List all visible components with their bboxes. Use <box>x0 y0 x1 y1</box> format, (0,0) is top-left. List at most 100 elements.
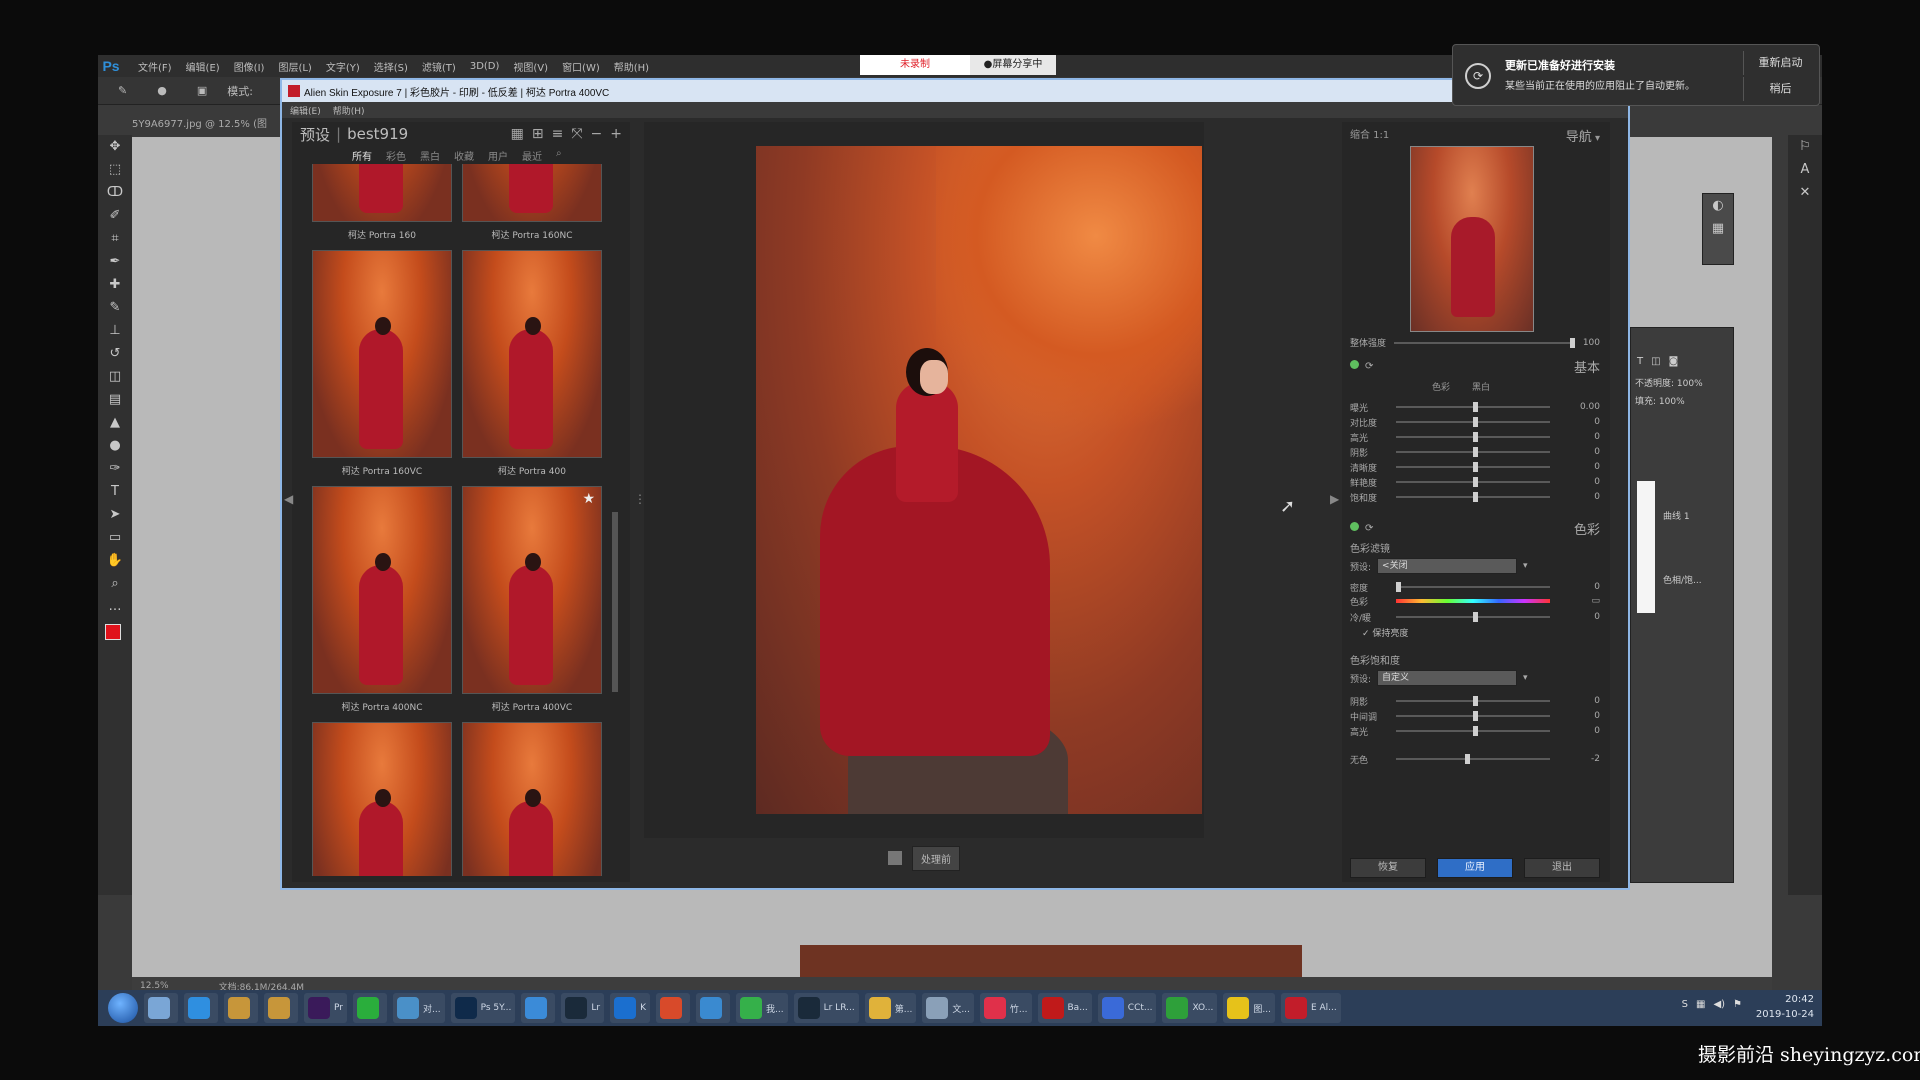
taskbar-app[interactable]: CCt... <box>1097 993 1157 1023</box>
preset-card[interactable] <box>462 722 610 876</box>
document-tab[interactable]: 5Y9A6977.jpg @ 12.5% (图 <box>132 115 267 130</box>
star-icon[interactable]: ★ <box>582 491 595 507</box>
restart-button[interactable]: 重新启动 <box>1743 51 1817 75</box>
brush-size-icon[interactable]: ● <box>157 84 167 97</box>
taskbar-app[interactable] <box>224 993 258 1023</box>
brush-icon[interactable]: ✎ <box>118 84 127 97</box>
clock[interactable]: 20:42 2019-10-24 <box>1756 992 1814 1022</box>
large-thumb-view-icon[interactable]: ▦ <box>511 126 524 142</box>
taskbar-app[interactable]: E Al... <box>1280 993 1341 1023</box>
exposure-menu-help[interactable]: 帮助(H) <box>333 104 365 117</box>
eraser-tool-icon[interactable]: ◫ <box>98 365 132 388</box>
menu-select[interactable]: 选择(S) <box>374 59 408 74</box>
enable-toggle-icon[interactable] <box>1350 522 1359 531</box>
exit-button[interactable]: 退出 <box>1524 858 1600 878</box>
before-button[interactable]: 处理前 <box>912 845 960 871</box>
zoom-tool-icon[interactable]: ⌕ <box>98 572 132 595</box>
brush-panel-icon[interactable]: ▣ <box>197 84 207 97</box>
reset-button[interactable]: 恢复 <box>1350 858 1426 878</box>
last-slider[interactable] <box>1396 754 1550 764</box>
hue-slider[interactable] <box>1396 599 1550 603</box>
smart-filter-icon[interactable]: ◙ <box>1669 356 1679 367</box>
navigator-thumbnail[interactable] <box>1410 146 1534 332</box>
adjust-slider[interactable] <box>1396 447 1550 457</box>
character-icon[interactable]: A <box>1788 158 1822 181</box>
density-value[interactable]: 0 <box>1560 582 1600 592</box>
adjust-slider[interactable] <box>1396 696 1550 706</box>
adjust-slider[interactable] <box>1396 462 1550 472</box>
checkmark-icon[interactable]: ✓ <box>1362 629 1370 639</box>
taskbar-app[interactable] <box>696 993 731 1023</box>
tray-app-icon[interactable]: S <box>1682 999 1688 1010</box>
move-tool-icon[interactable]: ✥ <box>98 135 132 158</box>
taskbar-app[interactable]: 我... <box>736 993 788 1023</box>
gradient-tool-icon[interactable]: ▤ <box>98 388 132 411</box>
fill-value[interactable]: 100% <box>1659 397 1685 407</box>
more-tools-icon[interactable]: … <box>98 595 132 618</box>
menu-3d[interactable]: 3D(D) <box>470 61 500 72</box>
eyedropper-tool-icon[interactable]: ✒ <box>98 250 132 273</box>
preset-card-selected[interactable]: ★ 柯达 Portra 400VC <box>462 486 610 713</box>
enable-toggle-icon[interactable] <box>1350 360 1359 369</box>
menu-image[interactable]: 图像(I) <box>234 59 265 74</box>
taskbar-app[interactable]: Pr <box>304 993 347 1023</box>
taskbar-app[interactable] <box>264 993 298 1023</box>
reset-icon[interactable]: ⟳ <box>1365 361 1373 372</box>
adjust-slider[interactable] <box>1396 726 1550 736</box>
adjust-value[interactable]: 0 <box>1560 492 1600 502</box>
taskbar-app[interactable] <box>656 993 691 1023</box>
properties-icon[interactable]: ⚐ <box>1788 135 1822 158</box>
hue-swatch[interactable]: ▭ <box>1560 596 1600 606</box>
adjust-value[interactable]: 0.00 <box>1560 402 1600 412</box>
overall-intensity-slider[interactable] <box>1394 337 1575 348</box>
flag-icon[interactable]: ⚑ <box>1733 999 1742 1010</box>
collapse-icon[interactable]: ⤧ <box>571 126 582 142</box>
tab-color[interactable]: 色彩 <box>1432 380 1450 393</box>
chevron-down-icon[interactable]: ▾ <box>1523 561 1528 571</box>
chevron-down-icon[interactable]: ▾ <box>1523 673 1528 683</box>
overall-intensity-value[interactable]: 100 <box>1583 338 1600 348</box>
adjust-slider[interactable] <box>1396 492 1550 502</box>
adjust-value[interactable]: 0 <box>1560 711 1600 721</box>
search-icon[interactable]: ⌕ <box>556 148 562 163</box>
blur-tool-icon[interactable]: ▲ <box>98 411 132 434</box>
taskbar-app[interactable] <box>521 993 556 1023</box>
preset-card[interactable]: 柯达 Portra 160NC <box>462 164 610 241</box>
saturation-preset-dropdown[interactable]: 自定义 <box>1377 670 1518 686</box>
preset-folder[interactable]: best919 <box>347 125 408 143</box>
network-icon[interactable]: ▦ <box>1696 999 1705 1010</box>
lasso-tool-icon[interactable]: ↀ <box>98 181 132 204</box>
list-view-icon[interactable]: ≡ <box>552 126 564 142</box>
start-button[interactable] <box>108 993 138 1023</box>
adjust-slider[interactable] <box>1396 432 1550 442</box>
volume-icon[interactable]: ◀) <box>1713 999 1725 1010</box>
stamp-tool-icon[interactable]: ⊥ <box>98 319 132 342</box>
dodge-tool-icon[interactable]: ● <box>98 434 132 457</box>
reset-icon[interactable]: ⟳ <box>1365 523 1373 534</box>
density-slider[interactable] <box>1396 582 1550 592</box>
type-filter-icon[interactable]: T <box>1637 356 1643 367</box>
brush-tool-icon[interactable]: ✎ <box>98 296 132 319</box>
filter-recent[interactable]: 最近 <box>522 148 542 163</box>
grid-panel-icon[interactable]: ▦ <box>1703 217 1733 240</box>
filter-user[interactable]: 用户 <box>488 148 508 163</box>
marquee-tool-icon[interactable]: ⬚ <box>98 158 132 181</box>
layer-item[interactable]: 色相/饱... <box>1637 544 1729 614</box>
tools-cross-icon[interactable]: ✕ <box>1788 181 1822 204</box>
filter-bw[interactable]: 黑白 <box>420 148 440 163</box>
compare-view-icon[interactable] <box>888 851 902 865</box>
preset-card[interactable] <box>312 722 460 876</box>
filter-color[interactable]: 彩色 <box>386 148 406 163</box>
pen-tool-icon[interactable]: ✑ <box>98 457 132 480</box>
color-section-header[interactable]: ⟳ 色彩 <box>1350 518 1600 538</box>
adjust-slider[interactable] <box>1396 477 1550 487</box>
taskbar-app[interactable]: Lr <box>561 993 605 1023</box>
filter-all[interactable]: 所有 <box>352 148 372 163</box>
taskbar-app[interactable]: 对... <box>392 993 445 1023</box>
navigator-title[interactable]: 导航 ▾ <box>1566 126 1600 145</box>
type-tool-icon[interactable]: T <box>98 480 132 503</box>
grid-view-icon[interactable]: ⊞ <box>532 126 544 142</box>
taskbar-app[interactable]: Ba... <box>1037 993 1092 1023</box>
preset-card[interactable]: 柯达 Portra 160VC <box>312 250 460 477</box>
adjust-value[interactable]: 0 <box>1560 447 1600 457</box>
